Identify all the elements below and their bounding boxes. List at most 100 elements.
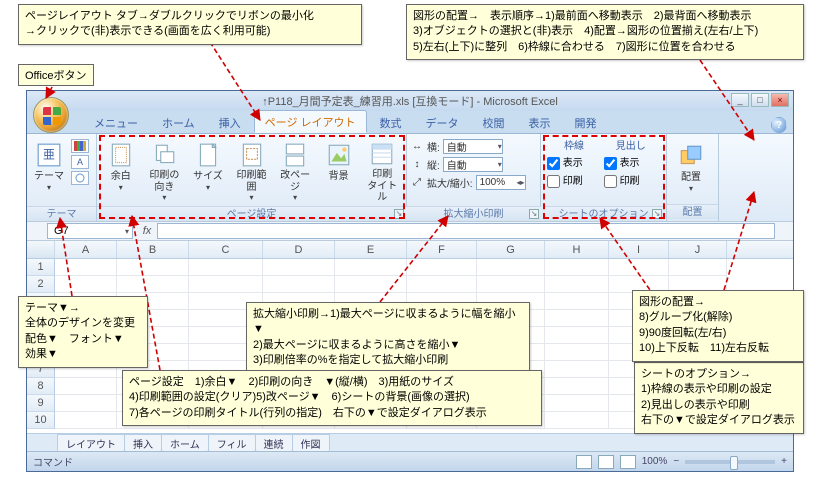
row-header[interactable]: 1 bbox=[27, 259, 55, 276]
sheet-tab[interactable]: 作図 bbox=[292, 434, 330, 452]
view-pagebreak-icon[interactable] bbox=[620, 455, 636, 469]
tab-formulas[interactable]: 数式 bbox=[369, 111, 413, 133]
cell[interactable] bbox=[55, 276, 117, 293]
column-header[interactable]: A bbox=[55, 241, 117, 258]
height-select[interactable]: 自動▾ bbox=[443, 157, 503, 172]
column-header[interactable]: B bbox=[117, 241, 189, 258]
zoom-slider[interactable] bbox=[685, 460, 775, 464]
cell[interactable] bbox=[477, 276, 545, 293]
view-normal-icon[interactable] bbox=[576, 455, 592, 469]
cell[interactable] bbox=[609, 259, 669, 276]
fx-button[interactable]: fx bbox=[137, 225, 157, 237]
name-box[interactable]: G7▾ bbox=[47, 223, 133, 239]
cell[interactable] bbox=[55, 378, 117, 395]
minimize-button[interactable]: _ bbox=[731, 93, 749, 107]
row-header[interactable]: 8 bbox=[27, 378, 55, 395]
help-button[interactable]: ? bbox=[771, 117, 787, 133]
cell[interactable] bbox=[545, 361, 609, 378]
zoom-percent[interactable]: 100% bbox=[642, 456, 668, 467]
maximize-button[interactable]: □ bbox=[751, 93, 769, 107]
sheet-tabs[interactable]: レイアウト挿入ホームフィル連続作図 bbox=[27, 433, 793, 451]
theme-colors-button[interactable] bbox=[71, 139, 89, 153]
office-button[interactable] bbox=[33, 97, 69, 133]
sheet-tab[interactable]: ホーム bbox=[161, 434, 209, 452]
zoom-in-button[interactable]: + bbox=[781, 456, 787, 467]
cell[interactable] bbox=[407, 276, 477, 293]
cell[interactable] bbox=[477, 259, 545, 276]
cell[interactable] bbox=[189, 259, 263, 276]
headings-view-checkbox[interactable]: 表示 bbox=[604, 154, 658, 170]
tab-page-layout[interactable]: ページ レイアウト bbox=[254, 110, 367, 133]
themes-button[interactable]: 亜 テーマ ▾ bbox=[31, 137, 67, 203]
cell[interactable] bbox=[55, 259, 117, 276]
column-header[interactable]: G bbox=[477, 241, 545, 258]
cell[interactable] bbox=[545, 327, 609, 344]
close-button[interactable]: × bbox=[771, 93, 789, 107]
tab-insert[interactable]: 挿入 bbox=[208, 111, 252, 133]
cell[interactable] bbox=[407, 259, 477, 276]
cell[interactable] bbox=[55, 412, 117, 429]
background-button[interactable]: 背景 bbox=[319, 137, 359, 203]
column-header[interactable]: C bbox=[189, 241, 263, 258]
orientation-button[interactable]: 印刷の 向き▾ bbox=[145, 137, 185, 203]
cell[interactable] bbox=[545, 276, 609, 293]
headings-print-checkbox[interactable]: 印刷 bbox=[604, 172, 658, 188]
tab-home[interactable]: ホーム bbox=[151, 111, 206, 133]
column-header[interactable]: J bbox=[669, 241, 727, 258]
size-button[interactable]: サイズ▾ bbox=[188, 137, 228, 203]
gridlines-print-checkbox[interactable]: 印刷 bbox=[547, 172, 601, 188]
cell[interactable] bbox=[545, 259, 609, 276]
gridlines-view-checkbox[interactable]: 表示 bbox=[547, 154, 601, 170]
tab-data[interactable]: データ bbox=[415, 111, 470, 133]
page-setup-dialog-launcher[interactable]: ↘ bbox=[394, 209, 404, 219]
cell[interactable] bbox=[335, 276, 407, 293]
cell[interactable] bbox=[545, 412, 609, 429]
select-all-corner[interactable] bbox=[27, 241, 55, 258]
cell[interactable] bbox=[545, 395, 609, 412]
column-header[interactable]: E bbox=[335, 241, 407, 258]
row-header[interactable]: 10 bbox=[27, 412, 55, 429]
cell[interactable] bbox=[117, 276, 189, 293]
print-area-button[interactable]: 印刷範囲▾ bbox=[232, 137, 272, 203]
tab-menu[interactable]: メニュー bbox=[83, 111, 149, 133]
breaks-button[interactable]: 改ページ▾ bbox=[275, 137, 315, 203]
theme-fonts-button[interactable]: A bbox=[71, 155, 89, 169]
cell[interactable] bbox=[545, 344, 609, 361]
column-header[interactable]: D bbox=[263, 241, 335, 258]
callout-page-setup: ページ設定 1)余白▼ 2)印刷の向き ▼(縦/横) 3)用紙のサイズ 4)印刷… bbox=[122, 370, 542, 426]
column-header[interactable]: I bbox=[609, 241, 669, 258]
cell[interactable] bbox=[263, 259, 335, 276]
cell[interactable] bbox=[545, 310, 609, 327]
scale-dialog-launcher[interactable]: ↘ bbox=[529, 209, 539, 219]
cell[interactable] bbox=[117, 259, 189, 276]
row-header[interactable]: 2 bbox=[27, 276, 55, 293]
print-titles-button[interactable]: 印刷 タイトル bbox=[362, 137, 402, 203]
formula-bar[interactable] bbox=[157, 223, 775, 239]
tab-developer[interactable]: 開発 bbox=[564, 111, 608, 133]
column-headers[interactable]: ABCDEFGHIJ bbox=[27, 241, 793, 259]
sheet-options-dialog-launcher[interactable]: ↘ bbox=[652, 209, 662, 219]
view-layout-icon[interactable] bbox=[598, 455, 614, 469]
cell[interactable] bbox=[55, 395, 117, 412]
column-header[interactable]: F bbox=[407, 241, 477, 258]
tab-view[interactable]: 表示 bbox=[518, 111, 562, 133]
scale-spinner[interactable]: 100%◂▸ bbox=[476, 175, 526, 190]
column-header[interactable]: H bbox=[545, 241, 609, 258]
row-header[interactable]: 9 bbox=[27, 395, 55, 412]
sheet-tab[interactable]: レイアウト bbox=[57, 434, 125, 452]
cell[interactable] bbox=[263, 276, 335, 293]
cell[interactable] bbox=[545, 378, 609, 395]
theme-effects-button[interactable] bbox=[71, 171, 89, 185]
sheet-tab[interactable]: フィル bbox=[208, 434, 256, 452]
width-select[interactable]: 自動▾ bbox=[443, 139, 503, 154]
tab-review[interactable]: 校閲 bbox=[472, 111, 516, 133]
cell[interactable] bbox=[189, 276, 263, 293]
cell[interactable] bbox=[545, 293, 609, 310]
sheet-tab[interactable]: 挿入 bbox=[124, 434, 162, 452]
zoom-out-button[interactable]: − bbox=[673, 456, 679, 467]
cell[interactable] bbox=[669, 259, 727, 276]
margins-button[interactable]: 余白▾ bbox=[101, 137, 141, 203]
arrange-button[interactable]: 配置▾ bbox=[671, 138, 711, 204]
sheet-tab[interactable]: 連続 bbox=[255, 434, 293, 452]
cell[interactable] bbox=[335, 259, 407, 276]
